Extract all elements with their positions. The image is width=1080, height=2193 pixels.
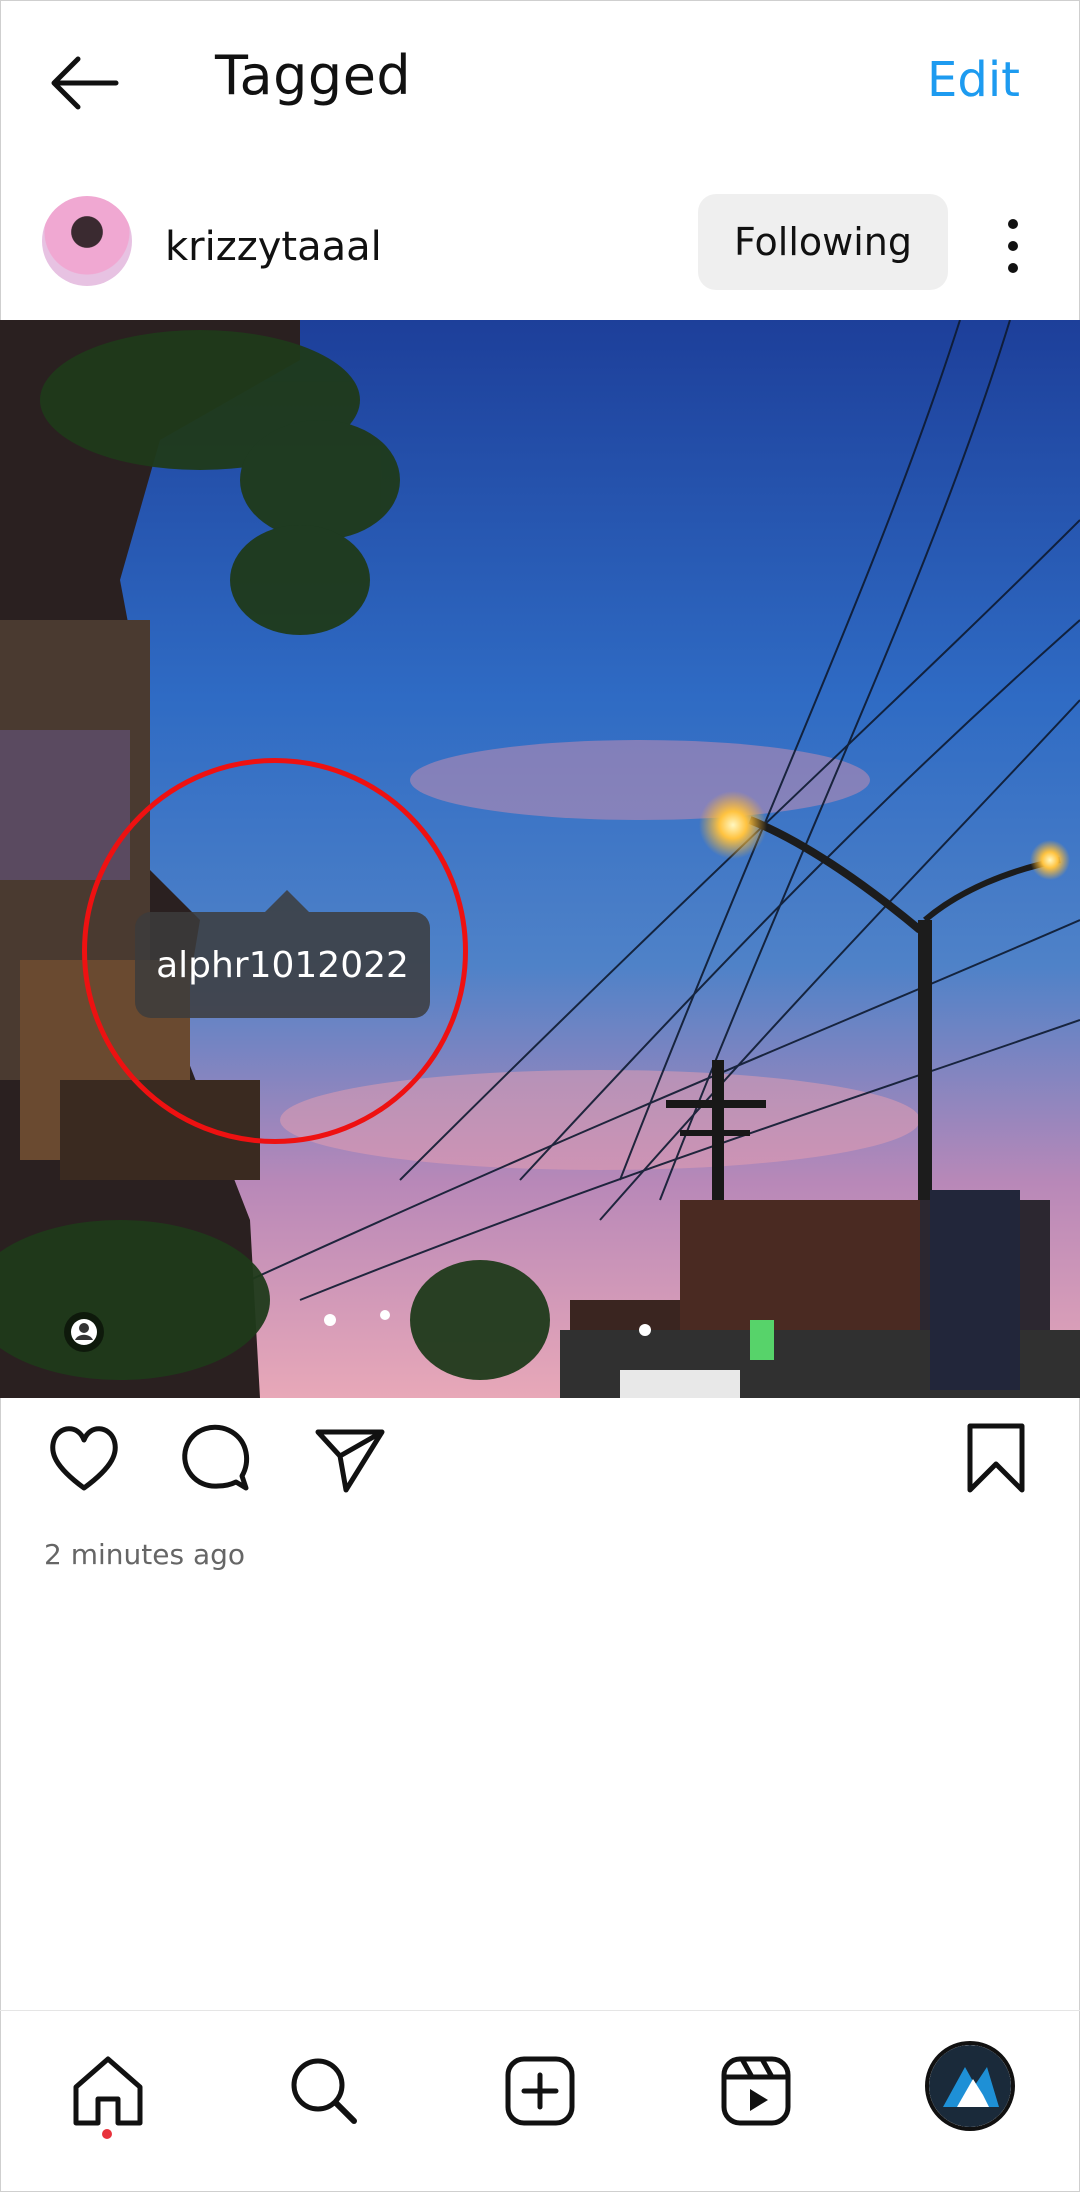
share-button[interactable] xyxy=(310,1418,390,1498)
bookmark-icon xyxy=(967,1423,1025,1493)
vertical-ellipsis-icon xyxy=(1008,219,1018,273)
top-bar: Tagged Edit xyxy=(0,0,1080,170)
nav-create[interactable] xyxy=(500,2051,580,2131)
reels-icon xyxy=(721,2056,791,2126)
nav-search[interactable] xyxy=(284,2051,364,2131)
more-options-button[interactable] xyxy=(998,216,1028,276)
person-icon xyxy=(64,1312,104,1352)
nav-reels[interactable] xyxy=(716,2051,796,2131)
bottom-navigation xyxy=(0,2010,1080,2193)
nav-home[interactable] xyxy=(68,2051,148,2131)
post-photo[interactable]: alphr1012022 xyxy=(0,320,1080,1398)
following-button[interactable]: Following xyxy=(698,194,948,290)
back-button[interactable] xyxy=(44,48,124,118)
username[interactable]: krizzytaaal xyxy=(165,224,382,270)
search-icon xyxy=(291,2058,357,2124)
tag-label[interactable]: alphr1012022 xyxy=(135,890,430,1018)
edit-button[interactable]: Edit xyxy=(927,52,1020,108)
post-timestamp: 2 minutes ago xyxy=(44,1538,246,1571)
speech-bubble-icon xyxy=(182,1424,250,1491)
plus-square-icon xyxy=(505,2056,575,2126)
heart-icon xyxy=(50,1426,118,1491)
arrow-left-icon xyxy=(51,56,119,110)
post-actions xyxy=(0,1418,1080,1528)
home-icon xyxy=(73,2056,143,2126)
save-button[interactable] xyxy=(956,1418,1036,1498)
avatar[interactable] xyxy=(42,196,132,286)
paper-plane-icon xyxy=(315,1429,385,1493)
tagged-people-button[interactable] xyxy=(62,1310,106,1354)
post-header: krizzytaaal Following xyxy=(0,190,1080,320)
comment-button[interactable] xyxy=(176,1418,256,1498)
nav-profile-avatar[interactable] xyxy=(925,2041,1015,2131)
profile-logo-icon xyxy=(929,2045,1011,2127)
page-title: Tagged xyxy=(215,44,412,107)
notification-dot xyxy=(102,2129,112,2139)
like-button[interactable] xyxy=(44,1418,124,1498)
